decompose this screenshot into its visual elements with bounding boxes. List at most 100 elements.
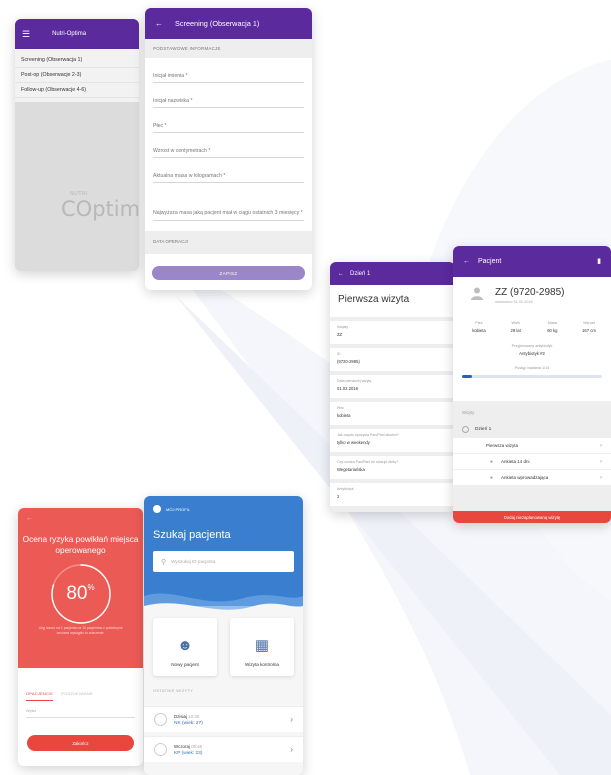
- person-icon: ●: [490, 474, 494, 481]
- info-label: Data pierwszej wizyty: [337, 379, 372, 383]
- info-value: tylko w weekendy: [337, 440, 370, 445]
- new-patient-tile[interactable]: ☻ Nowy pacjent: [153, 618, 217, 676]
- antibiotic-value: Antybiotyk #2: [519, 351, 545, 356]
- search-placeholder: Wyszukaj ID pacjenta: [171, 559, 216, 564]
- visits-section: Wizyty Dzień 1 Pierwsza wizyta › ● Ankieta…: [453, 401, 611, 523]
- info-label: Inicjały: [337, 325, 348, 329]
- trash-icon[interactable]: ▮: [597, 258, 601, 265]
- search-icon: ⚲: [161, 558, 167, 566]
- risk-header: ← Ocena ryzyka powikłań miejsca operowan…: [18, 508, 143, 668]
- finish-button[interactable]: Zakończ: [27, 735, 134, 751]
- risk-tabs: OPACJENCIE POSZUKIWANE: [18, 668, 143, 701]
- chevron-right-icon: ›: [600, 442, 602, 449]
- patient-summary: ZZ (9720-2985) utworzono 01.02.2018 Płeć…: [453, 277, 611, 401]
- drawer-menu: Screening (Obserwacja 1) Post-op (Obserw…: [15, 49, 139, 102]
- info-value: Wegetariańska: [337, 467, 365, 472]
- stat-sex: Płeć kobieta: [472, 321, 486, 333]
- visit-item[interactable]: ● Ankieta 14 dni ›: [453, 454, 611, 470]
- chevron-right-icon: ›: [290, 745, 293, 754]
- stat-age: Wiek 29 lat: [510, 321, 521, 333]
- chevron-right-icon: ›: [290, 715, 293, 724]
- patient-name: ZZ (9720-2985): [495, 287, 565, 298]
- visit-item[interactable]: Pierwsza wizyta ›: [453, 438, 611, 454]
- info-value: 01.02.2018: [337, 386, 358, 391]
- visit-item[interactable]: ● Ankieta wprowadzająca ›: [453, 470, 611, 486]
- info-label: Jak często spożywa Pan/Pani alkohol?: [337, 433, 399, 437]
- search-input[interactable]: ⚲ Wyszukaj ID pacjenta: [153, 551, 294, 572]
- visit-title: Pierwsza wizyta: [330, 285, 455, 317]
- back-arrow-icon[interactable]: ←: [463, 258, 470, 265]
- screening-screen: ← Screening (Obserwacja 1) PODSTAWOWE IN…: [145, 8, 312, 290]
- info-value: kobieta: [337, 413, 351, 418]
- back-arrow-icon[interactable]: ←: [155, 19, 163, 28]
- menu-item-screening[interactable]: Screening (Obserwacja 1): [15, 53, 139, 68]
- patient-screen: ← Pacjent ▮ ZZ (9720-2985) utworzono 01.…: [453, 246, 611, 523]
- field-sex[interactable]: Płeć *: [153, 108, 304, 133]
- screening-header: ← Screening (Obserwacja 1): [145, 8, 312, 39]
- day-label: Dzień 1: [475, 426, 492, 432]
- field-first-initial[interactable]: Inicjał imienia *: [153, 58, 304, 83]
- chevron-right-icon: ›: [600, 474, 602, 481]
- info-label: Płeć: [337, 406, 344, 410]
- radio-circle-icon: [462, 425, 469, 433]
- field-current-weight[interactable]: Aktualna masa w kilogramach *: [153, 158, 304, 183]
- hamburger-icon[interactable]: ☰: [22, 29, 30, 39]
- info-block: Inicjały ZZ: [330, 321, 455, 344]
- recent-visit-row[interactable]: Dzisiaj 10:30 NK (wiek: 27) ›: [144, 706, 303, 732]
- drawer-screen: ☰ Nutri-Optima Screening (Obserwacja 1) …: [15, 19, 139, 271]
- patient-stats: Płeć kobieta Wiek 29 lat Masa 60 kg Wzrost 1…: [461, 321, 607, 333]
- visit-icon: [154, 743, 167, 756]
- app-title: Nutri-Optima: [52, 31, 87, 37]
- info-block: Jak często spożywa Pan/Pani alkohol? tylk…: [330, 429, 455, 452]
- field-height[interactable]: Wzrost w centymetrach *: [153, 133, 304, 158]
- control-visit-tile[interactable]: ▦ Wizyta kontrolna: [230, 618, 294, 676]
- info-label: Antybiotyk: [337, 487, 354, 491]
- section-header: PODSTAWOWE INFORMACJE: [145, 39, 312, 58]
- tab-active[interactable]: OPACJENCIE: [26, 691, 54, 701]
- risk-description: Użyj wzoru na 1 pacjenta na 10 pacjentów…: [38, 626, 123, 636]
- day-group[interactable]: Dzień 1: [453, 424, 611, 434]
- menu-item-post-op[interactable]: Post-op (Obserwacje 2-3): [15, 68, 139, 83]
- new-patient-icon: ☻: [177, 637, 193, 654]
- info-block: Antybiotyk 2: [330, 483, 455, 506]
- stat-weight: Masa 60 kg: [547, 321, 558, 333]
- menu-item-follow-up[interactable]: Follow-up (Obserwacje 4-6): [15, 83, 139, 98]
- chevron-right-icon: ›: [600, 458, 602, 465]
- calendar-icon: ▦: [254, 637, 270, 654]
- save-button[interactable]: ZAPISZ: [152, 266, 305, 280]
- tab-inactive[interactable]: POSZUKIWANE: [61, 691, 93, 701]
- visit-detail-screen: ← Dzień 1 Pierwsza wizyta Inicjały ZZ ID (…: [330, 262, 455, 512]
- profile-link[interactable]: MÓJ PROFIL: [153, 505, 190, 513]
- info-value: ZZ: [337, 332, 343, 337]
- info-block: Data pierwszej wizyty 01.02.2018: [330, 375, 455, 398]
- risk-screen: ← Ocena ryzyka powikłań miejsca operowan…: [18, 508, 143, 766]
- search-title: Szukaj pacjenta: [153, 529, 231, 541]
- avatar-icon: [471, 287, 483, 300]
- risk-input[interactable]: Wpisz: [26, 709, 135, 718]
- patient-header: ← Pacjent ▮: [453, 246, 611, 277]
- recent-visits-label: OSTATNIE WIZYTY: [153, 688, 194, 693]
- info-block: Czy uważa Pan/Pani że stosuje dietę? Wege…: [330, 456, 455, 479]
- patient-header-title: Pacjent: [478, 258, 502, 265]
- back-arrow-icon[interactable]: ←: [338, 271, 344, 277]
- section-header-surgery-date: DATA OPERACJI: [145, 231, 312, 254]
- visit-header: ← Dzień 1: [330, 262, 455, 285]
- drawer-header: ☰ Nutri-Optima: [15, 19, 139, 49]
- screening-title: Screening (Obserwacja 1): [175, 19, 260, 28]
- info-label: ID: [337, 352, 341, 356]
- add-unplanned-visit-button[interactable]: Dodaj niezaplanowaną wizytę: [453, 511, 611, 523]
- back-arrow-icon[interactable]: ←: [26, 515, 33, 522]
- info-value: 2: [337, 494, 340, 499]
- visit-icon: [154, 713, 167, 726]
- info-block: Płeć kobieta: [330, 402, 455, 425]
- search-screen: MÓJ PROFIL Szukaj pacjenta ⚲ Wyszukaj ID…: [144, 496, 303, 775]
- visits-label: Wizyty: [462, 410, 475, 415]
- field-last-initial[interactable]: Inicjał nazwiska *: [153, 83, 304, 108]
- field-max-weight[interactable]: Najwyższa masa jaką pacjent miał w ciągu…: [153, 183, 304, 221]
- info-value: (9720-2985): [337, 359, 360, 364]
- person-icon: ●: [490, 458, 494, 465]
- stat-height: Wzrost 167 cm: [582, 321, 596, 333]
- recent-visit-row[interactable]: Wczoraj 09:45 KP (wiek: 23) ›: [144, 736, 303, 762]
- antibiotic-label: Przyjmowany antybiotyk: [511, 344, 553, 348]
- risk-title: Ocena ryzyka powikłań miejsca operowaneg…: [22, 534, 139, 555]
